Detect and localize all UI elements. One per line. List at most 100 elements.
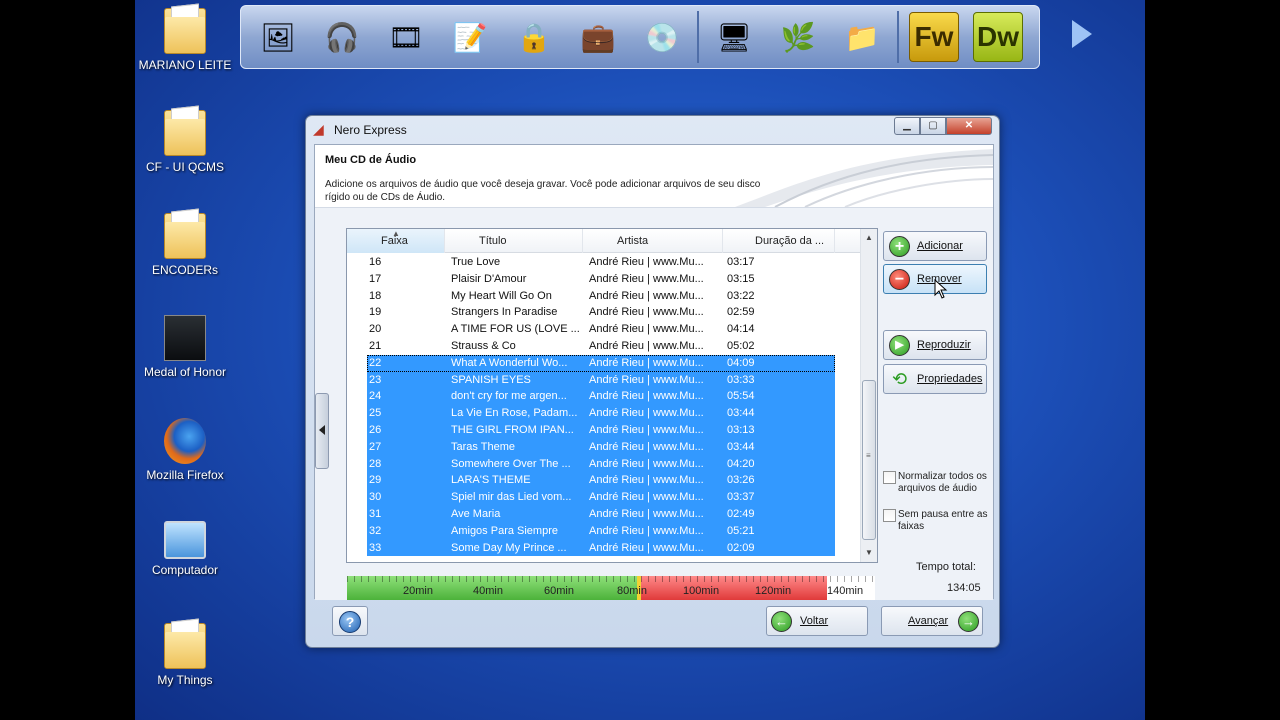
track-row[interactable]: 23 SPANISH EYES André Rieu | www.Mu... 03:3…	[367, 371, 835, 389]
track-row[interactable]: 25 La Vie En Rose, Padam... André Rieu | w…	[367, 405, 835, 422]
track-row[interactable]: 26 THE GIRL FROM IPAN... André Rieu | www.…	[367, 421, 835, 439]
track-number: 22	[369, 356, 382, 369]
desktop-icon-mozilla-firefox[interactable]: Mozilla Firefox	[135, 418, 240, 482]
checkbox-box[interactable]	[883, 471, 896, 484]
track-artist: André Rieu | www.Mu...	[589, 306, 704, 319]
column-header-duracao[interactable]: Duração da ...	[723, 229, 835, 253]
track-duration: 04:09	[727, 356, 755, 369]
track-duration: 03:15	[727, 272, 755, 285]
track-row[interactable]: 20 A TIME FOR US (LOVE ... André Rieu | ww…	[347, 321, 862, 338]
track-title: Some Day My Prince ...	[451, 541, 567, 554]
column-label: Artista	[617, 235, 649, 247]
track-list[interactable]: ▲ Faixa Título Artista Duração da ... 16…	[346, 228, 878, 563]
desktop-icon-computador[interactable]: Computador	[135, 521, 240, 577]
track-row[interactable]: 17 Plaisir D'Amour André Rieu | www.Mu... 0…	[347, 271, 862, 288]
column-header-artista[interactable]: Artista	[583, 229, 723, 253]
desktop-icon-mariano-leite[interactable]: MARIANO LEITE	[135, 8, 240, 72]
folder-icon	[164, 623, 206, 669]
next-button[interactable]: Avançar →	[881, 606, 983, 636]
desktop-icon-my-things[interactable]: My Things	[135, 623, 240, 687]
track-title: Ave Maria	[451, 507, 501, 520]
track-artist: André Rieu | www.Mu...	[589, 323, 704, 336]
track-duration: 02:49	[727, 507, 755, 520]
folder-icon	[164, 8, 206, 54]
desktop-icon-label: Mozilla Firefox	[146, 468, 224, 482]
track-row[interactable]: 28 Somewhere Over The ... André Rieu | www…	[367, 455, 835, 473]
dreamweaver-label: Dw	[973, 12, 1023, 62]
track-list-header: ▲ Faixa Título Artista Duração da ...	[347, 229, 862, 253]
track-row[interactable]: 21 Strauss & Co André Rieu | www.Mu... 05:0…	[347, 338, 862, 355]
monitor-icon[interactable]: 🖥	[705, 11, 763, 63]
track-title: What A Wonderful Wo...	[451, 356, 568, 369]
track-number: 23	[369, 373, 382, 386]
lock-icon[interactable]: 🔒	[505, 11, 563, 63]
desktop-icon-label: Medal of Honor	[143, 365, 227, 379]
track-row[interactable]: 16 True Love André Rieu | www.Mu... 03:17	[347, 254, 862, 271]
headphones-icon[interactable]: 🎧	[313, 11, 371, 63]
track-row[interactable]: 31 Ave Maria André Rieu | www.Mu... 02:49	[367, 505, 835, 523]
dreamweaver-icon[interactable]: Dw	[969, 11, 1027, 63]
notepad-icon[interactable]: 📝	[441, 11, 499, 63]
capacity-label: 100min	[683, 585, 720, 597]
capacity-label: 120min	[755, 585, 792, 597]
track-number: 18	[369, 289, 382, 302]
maximize-button[interactable]: ▢	[920, 117, 946, 135]
checkbox-box[interactable]	[883, 509, 896, 522]
track-duration: 04:14	[727, 323, 755, 336]
track-row[interactable]: 33 Some Day My Prince ... André Rieu | www…	[367, 539, 835, 557]
track-row[interactable]: 22 What A Wonderful Wo... André Rieu | www…	[367, 354, 835, 372]
fireworks-icon[interactable]: Fw	[905, 11, 963, 63]
track-number: 16	[369, 256, 382, 268]
desktop-icon-label: My Things	[157, 673, 213, 687]
film-reel-icon[interactable]: 🎞	[377, 11, 435, 63]
play-button[interactable]: ▶ Reproduzir	[883, 330, 987, 360]
track-row[interactable]: 27 Taras Theme André Rieu | www.Mu... 03:44	[367, 438, 835, 456]
disc-icon[interactable]: 💿	[633, 11, 691, 63]
track-duration: 03:44	[727, 440, 755, 453]
desktop-icon-cf-ui-qcms[interactable]: CF - UI QCMS	[135, 110, 240, 174]
help-button[interactable]: ?	[332, 606, 368, 636]
track-duration: 03:33	[727, 373, 755, 386]
dock-separator	[897, 11, 899, 63]
track-row[interactable]: 19 Strangers In Paradise André Rieu | www.…	[347, 304, 862, 321]
capacity-label: 20min	[403, 585, 433, 597]
images-icon[interactable]: 🖼	[249, 11, 307, 63]
column-header-faixa[interactable]: ▲ Faixa	[347, 229, 445, 253]
close-button[interactable]: ✕	[946, 117, 992, 135]
dock-expand-arrow-icon[interactable]	[1072, 20, 1092, 48]
column-label: Título	[479, 235, 507, 247]
briefcase-icon[interactable]: 💼	[569, 11, 627, 63]
scroll-down-icon[interactable]: ▼	[865, 548, 873, 557]
minimize-button[interactable]: ▁	[894, 117, 920, 135]
header-swoosh-graphic	[735, 149, 993, 207]
track-title: don't cry for me argen...	[451, 390, 567, 403]
track-number: 25	[369, 407, 382, 420]
wallpaper-icon[interactable]: 🌿	[769, 11, 827, 63]
track-row[interactable]: 18 My Heart Will Go On André Rieu | www.Mu…	[347, 288, 862, 305]
add-button[interactable]: + Adicionar	[883, 231, 987, 261]
track-number: 32	[369, 524, 382, 537]
track-number: 24	[369, 390, 382, 403]
scroll-thumb[interactable]: ≡	[862, 380, 876, 540]
smiley-folder-icon[interactable]: 📁	[833, 11, 891, 63]
track-row[interactable]: 32 Amigos Para Siempre André Rieu | www.Mu…	[367, 522, 835, 540]
capacity-label: 140min	[827, 585, 864, 597]
vertical-scrollbar[interactable]: ▲ ≡ ▼	[860, 229, 877, 562]
column-label: Faixa	[381, 235, 408, 247]
track-row[interactable]: 30 Spiel mir das Lied vom... André Rieu | …	[367, 489, 835, 506]
back-button[interactable]: ← Voltar	[766, 606, 868, 636]
back-button-label: Voltar	[800, 615, 829, 627]
desktop-icon-encoders[interactable]: ENCODERs	[135, 213, 240, 277]
track-row[interactable]: 24 don't cry for me argen... André Rieu | …	[367, 388, 835, 406]
plus-icon: +	[889, 236, 910, 257]
scroll-up-icon[interactable]: ▲	[865, 233, 873, 242]
collapse-panel-handle[interactable]	[315, 393, 329, 469]
properties-button[interactable]: ⟲ Propriedades	[883, 364, 987, 394]
track-row[interactable]: 29 LARA'S THEME André Rieu | www.Mu... 03:2…	[367, 472, 835, 490]
capacity-label: 80min	[617, 585, 647, 597]
desktop-icon-medal-of-honor[interactable]: Medal of Honor	[135, 315, 240, 379]
track-title: SPANISH EYES	[451, 373, 531, 386]
column-header-titulo[interactable]: Título	[445, 229, 583, 253]
arrow-right-icon: →	[958, 611, 979, 632]
titlebar[interactable]: ◢ Nero Express ▁ ▢ ✕	[306, 116, 999, 142]
